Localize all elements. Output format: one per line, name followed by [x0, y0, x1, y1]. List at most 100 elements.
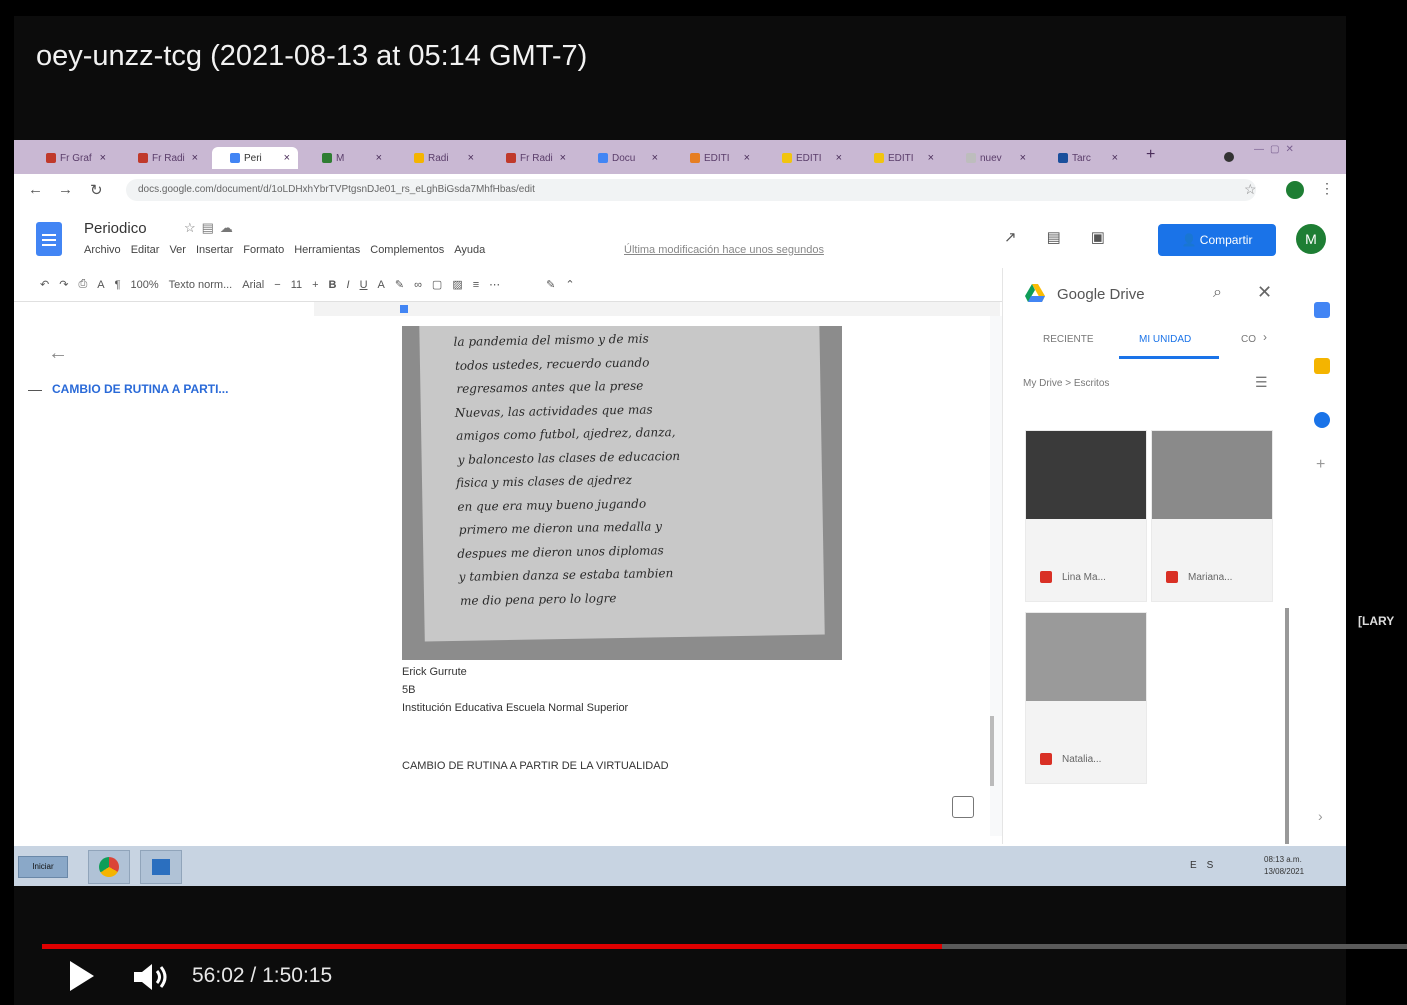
browser-tab[interactable]: Peri × — [212, 147, 298, 169]
style-select[interactable]: Texto norm... — [169, 279, 233, 291]
menu-item[interactable]: Complementos — [370, 244, 444, 256]
list-view-icon[interactable]: ☰ — [1255, 374, 1268, 391]
font-size-increase[interactable]: + — [312, 279, 318, 291]
play-icon[interactable] — [70, 961, 94, 991]
italic-button[interactable]: I — [347, 279, 350, 291]
close-outline-icon[interactable]: ← — [48, 342, 68, 365]
paint-format-icon[interactable]: ¶ — [115, 279, 121, 291]
document-page[interactable]: la pandemia del mismo y de mis todos uste… — [306, 316, 990, 836]
menu-item[interactable]: Editar — [131, 244, 160, 256]
menu-item[interactable]: Ver — [169, 244, 186, 256]
browser-tab[interactable]: Tarc × — [1040, 147, 1126, 169]
browser-profile-icon[interactable] — [1224, 152, 1234, 162]
drive-file-thumbnail[interactable]: Natalia... — [1025, 612, 1147, 784]
tab-close-icon[interactable]: × — [652, 152, 658, 164]
align-icon[interactable]: ≡ — [473, 279, 479, 291]
menu-item[interactable]: Ayuda — [454, 244, 485, 256]
system-tray[interactable]: ES — [1190, 860, 1223, 871]
tab-close-icon[interactable]: × — [376, 152, 382, 164]
new-tab-button[interactable]: + — [1146, 146, 1155, 164]
document-canvas[interactable]: la pandemia del mismo y de mis todos uste… — [306, 316, 1002, 836]
zoom-select[interactable]: 100% — [131, 279, 159, 291]
tab-my-drive[interactable]: MI UNIDAD — [1139, 334, 1191, 345]
menu-item[interactable]: Insertar — [196, 244, 233, 256]
breadcrumb[interactable]: My Drive > Escritos — [1023, 378, 1109, 389]
explore-button[interactable] — [952, 796, 974, 818]
chevron-right-icon[interactable]: › — [1263, 330, 1267, 344]
browser-tab[interactable]: M × — [304, 147, 390, 169]
font-size-field[interactable]: 11 — [291, 279, 302, 291]
chrome-taskbar-icon[interactable] — [88, 850, 130, 884]
outline-heading-link[interactable]: CAMBIO DE RUTINA A PARTI... — [52, 382, 228, 396]
add-addon-icon[interactable]: + — [1316, 456, 1325, 474]
tab-close-icon[interactable]: × — [560, 152, 566, 164]
horizontal-ruler[interactable] — [314, 302, 1000, 317]
more-icon[interactable]: ⋯ — [489, 278, 500, 291]
chrome-profile-avatar[interactable] — [1286, 181, 1304, 199]
file-explorer-icon[interactable] — [140, 850, 182, 884]
forward-icon[interactable]: → — [58, 181, 73, 198]
bold-button[interactable]: B — [329, 279, 337, 291]
print-icon[interactable]: ⎙ — [78, 278, 87, 291]
close-icon[interactable]: ✕ — [1257, 282, 1272, 303]
tab-close-icon[interactable]: × — [192, 152, 198, 164]
browser-tab[interactable]: EDITI × — [672, 147, 758, 169]
volume-icon[interactable] — [132, 962, 172, 992]
link-icon[interactable]: ∞ — [414, 279, 422, 291]
browser-tab[interactable]: Fr Radi × — [120, 147, 206, 169]
drive-scrollbar[interactable] — [1285, 608, 1289, 844]
video-player[interactable]: oey-unzz-tcg (2021-08-13 at 05:14 GMT-7)… — [14, 16, 1407, 1005]
tab-close-icon[interactable]: × — [100, 152, 106, 164]
menu-item[interactable]: Herramientas — [294, 244, 360, 256]
collapse-icon[interactable]: ⌃ — [565, 278, 574, 291]
chrome-menu-icon[interactable]: ⋮ — [1320, 180, 1334, 197]
tab-close-icon[interactable]: × — [284, 152, 290, 164]
spellcheck-icon[interactable]: A — [97, 279, 104, 291]
url-input[interactable]: docs.google.com/document/d/1oLDHxhYbrTVP… — [126, 179, 1256, 201]
drive-file-thumbnail[interactable]: Mariana... — [1151, 430, 1273, 602]
expand-icon[interactable]: › — [1318, 808, 1323, 824]
browser-tab[interactable]: Fr Graf × — [28, 147, 114, 169]
redo-icon[interactable]: ↷ — [59, 278, 68, 291]
browser-tab[interactable]: Fr Radi × — [488, 147, 574, 169]
meet-icon[interactable]: ▣ — [1091, 228, 1105, 246]
tab-recent[interactable]: RECIENTE — [1043, 334, 1094, 345]
tab-close-icon[interactable]: × — [1020, 152, 1026, 164]
handwritten-photo[interactable]: la pandemia del mismo y de mis todos uste… — [402, 326, 842, 660]
video-progress-bar[interactable] — [42, 944, 1407, 949]
browser-tab[interactable]: EDITI × — [856, 147, 942, 169]
start-button[interactable]: Iniciar — [18, 856, 68, 878]
undo-icon[interactable]: ↶ — [40, 278, 49, 291]
avatar[interactable]: M — [1296, 224, 1326, 254]
bookmark-star-icon[interactable]: ☆ — [1244, 181, 1257, 198]
comments-icon[interactable]: ▤ — [1047, 228, 1061, 246]
tab-close-icon[interactable]: × — [1112, 152, 1118, 164]
reload-icon[interactable]: ↻ — [90, 181, 103, 199]
browser-tab[interactable]: nuev × — [948, 147, 1034, 169]
browser-tab[interactable]: EDITI × — [764, 147, 850, 169]
drive-file-thumbnail[interactable]: Lina Ma... — [1025, 430, 1147, 602]
menu-item[interactable]: Formato — [243, 244, 284, 256]
tab-close-icon[interactable]: × — [928, 152, 934, 164]
menu-item[interactable]: Archivo — [84, 244, 121, 256]
tab-shared[interactable]: CO — [1241, 334, 1256, 345]
tasks-icon[interactable] — [1314, 412, 1330, 428]
share-button[interactable]: 👤 Compartir — [1158, 224, 1276, 256]
highlight-icon[interactable]: ✎ — [395, 278, 404, 291]
underline-button[interactable]: U — [360, 279, 368, 291]
image-icon[interactable]: ▨ — [452, 278, 462, 291]
comment-icon[interactable]: ▢ — [432, 278, 442, 291]
last-edit-link[interactable]: Última modificación hace unos segundos — [624, 244, 824, 256]
drive-app-icon[interactable] — [1314, 302, 1330, 318]
font-size-decrease[interactable]: − — [274, 279, 280, 291]
tab-close-icon[interactable]: × — [744, 152, 750, 164]
search-icon[interactable]: ⌕ — [1213, 284, 1222, 302]
window-controls[interactable]: —▢✕ — [1254, 144, 1300, 155]
editing-mode-icon[interactable]: ✎ — [546, 278, 555, 291]
activity-icon[interactable]: ↗ — [1004, 228, 1017, 246]
keep-icon[interactable] — [1314, 358, 1330, 374]
document-title[interactable]: Periodico — [84, 220, 147, 237]
title-actions[interactable]: ☆▤☁ — [184, 220, 239, 236]
tab-close-icon[interactable]: × — [836, 152, 842, 164]
document-scrollbar[interactable] — [990, 716, 994, 786]
